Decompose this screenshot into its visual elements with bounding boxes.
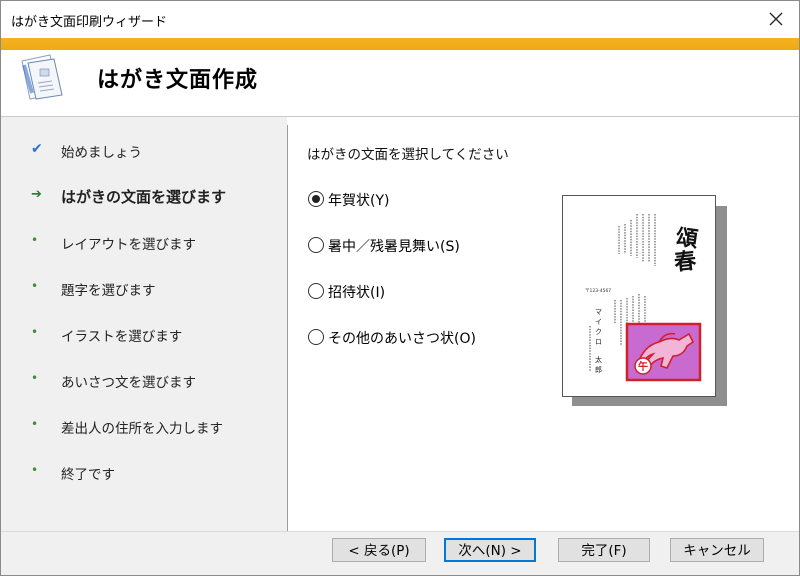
radio-label[interactable]: 年賀状(Y): [328, 190, 389, 210]
preview-name-3: ク: [595, 328, 602, 336]
radio-button[interactable]: [308, 329, 324, 345]
horse-stamp-illustration: 午: [625, 322, 702, 382]
wizard-dialog: はがき文面印刷ウィザード はがき文面作成 ✔ 始めましょう ➔ はがきの文面を選…: [0, 0, 800, 576]
finish-button[interactable]: 完了(F): [558, 538, 650, 562]
dot-icon: •: [31, 371, 39, 385]
postcard-preview: 頌 春 〒123-4567 マ イ ク ロ 太 郎 午: [562, 195, 716, 397]
step-item-greeting: • あいさつ文を選びます: [1, 369, 287, 393]
step-item-select-face: ➔ はがきの文面を選びます: [1, 185, 287, 209]
dot-icon: •: [31, 417, 39, 431]
radio-label[interactable]: 暑中／残暑見舞い(S): [328, 236, 460, 256]
next-button[interactable]: 次へ(N) >: [444, 538, 536, 562]
step-item-illustration: • イラストを選びます: [1, 323, 287, 347]
step-label: 始めましょう: [61, 145, 142, 161]
preview-name-5: 太: [595, 355, 602, 364]
dot-icon: •: [31, 325, 39, 339]
content-panel: はがきの文面を選択してください 年賀状(Y) 暑中／残暑見舞い(S) 招待状(I…: [289, 117, 799, 531]
step-item-title: • 題字を選びます: [1, 277, 287, 301]
instruction-text: はがきの文面を選択してください: [307, 147, 509, 163]
accent-bar: [1, 38, 799, 50]
title-bar: はがき文面印刷ウィザード: [1, 1, 799, 38]
preview-name-6: 郎: [595, 365, 602, 374]
page-title: はがき文面作成: [97, 68, 259, 93]
dot-icon: •: [31, 463, 39, 477]
step-label: 題字を選びます: [61, 283, 156, 299]
postcard-wizard-icon: [21, 54, 63, 100]
step-label: 終了です: [61, 467, 115, 483]
steps-sidebar: ✔ 始めましょう ➔ はがきの文面を選びます • レイアウトを選びます • 題字…: [1, 117, 287, 531]
cancel-button[interactable]: キャンセル: [670, 538, 764, 562]
wizard-header: はがき文面作成: [1, 50, 799, 116]
preview-title-char-2: 春: [673, 248, 698, 276]
step-item-finish: • 終了です: [1, 461, 287, 485]
back-button[interactable]: < 戻る(P): [332, 538, 426, 562]
window-title: はがき文面印刷ウィザード: [11, 15, 168, 30]
postcard-preview-art: 頌 春 〒123-4567 マ イ ク ロ 太 郎 午: [585, 214, 702, 382]
radio-button[interactable]: [308, 191, 324, 207]
step-item-start: ✔ 始めましょう: [1, 139, 287, 163]
step-label: 差出人の住所を入力します: [61, 421, 223, 437]
step-label-current: はがきの文面を選びます: [61, 188, 227, 206]
close-icon: [769, 12, 783, 26]
step-label: イラストを選びます: [61, 329, 183, 345]
radio-label[interactable]: 招待状(I): [328, 282, 385, 302]
stamp-char: 午: [638, 360, 648, 373]
arrow-icon: ➔: [31, 187, 42, 202]
preview-name-2: イ: [595, 318, 602, 326]
sidebar-divider: [287, 125, 288, 531]
radio-label[interactable]: その他のあいさつ状(O): [328, 328, 476, 348]
preview-postal: 〒123-4567: [585, 288, 611, 294]
step-label: レイアウトを選びます: [61, 237, 196, 253]
step-item-layout: • レイアウトを選びます: [1, 231, 287, 255]
radio-button[interactable]: [308, 237, 324, 253]
preview-name-1: マ: [595, 308, 602, 316]
preview-name-4: ロ: [595, 338, 602, 346]
dot-icon: •: [31, 279, 39, 293]
close-button[interactable]: [763, 6, 789, 32]
step-item-sender: • 差出人の住所を入力します: [1, 415, 287, 439]
step-label: あいさつ文を選びます: [61, 375, 196, 391]
dot-icon: •: [31, 233, 39, 247]
button-bar: < 戻る(P) 次へ(N) > 完了(F) キャンセル: [1, 532, 799, 575]
check-icon: ✔: [31, 141, 43, 157]
radio-button[interactable]: [308, 283, 324, 299]
